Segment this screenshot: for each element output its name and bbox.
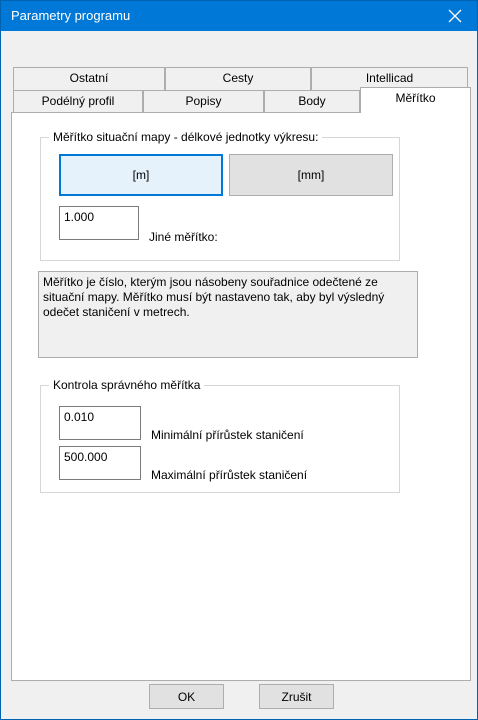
window-title: Parametry programu xyxy=(11,8,131,23)
tab-panel: Měřítko situační mapy - délkové jednotky… xyxy=(11,112,471,681)
check-group-legend: Kontrola správného měřítka xyxy=(49,378,205,392)
tab-body[interactable]: Body xyxy=(264,90,360,112)
check-group: Kontrola správného měřítka 0.010 Minimál… xyxy=(40,378,400,493)
tab-meritko[interactable]: Měřítko xyxy=(360,87,471,113)
ok-button[interactable]: OK xyxy=(149,684,224,709)
scale-help-text: Měřítko je číslo, kterým jsou násobeny s… xyxy=(38,271,418,358)
cancel-button[interactable]: Zrušit xyxy=(259,684,334,709)
tab-popisy[interactable]: Popisy xyxy=(143,90,264,112)
min-increment-input[interactable]: 0.010 xyxy=(59,406,141,440)
unit-mm-button[interactable]: [mm] xyxy=(229,154,393,196)
custom-scale-label: Jiné měřítko: xyxy=(149,230,218,244)
tab-ostatni[interactable]: Ostatní xyxy=(13,67,165,90)
unit-m-button[interactable]: [m] xyxy=(59,154,223,196)
max-increment-label: Maximální přírůstek staničení xyxy=(151,468,308,482)
tab-cesty[interactable]: Cesty xyxy=(165,67,311,90)
tab-podelny-profil[interactable]: Podélný profil xyxy=(13,90,143,112)
custom-scale-input[interactable]: 1.000 xyxy=(59,206,139,240)
scale-group-legend: Měřítko situační mapy - délkové jednotky… xyxy=(49,130,323,144)
close-icon xyxy=(448,9,462,23)
title-bar: Parametry programu xyxy=(1,1,477,31)
close-button[interactable] xyxy=(433,1,477,31)
scale-group: Měřítko situační mapy - délkové jednotky… xyxy=(40,130,400,261)
min-increment-label: Minimální přírůstek staničení xyxy=(151,428,304,442)
max-increment-input[interactable]: 500.000 xyxy=(59,446,141,480)
dialog-window: Parametry programu Ostatní Cesty Intelli… xyxy=(0,0,478,720)
